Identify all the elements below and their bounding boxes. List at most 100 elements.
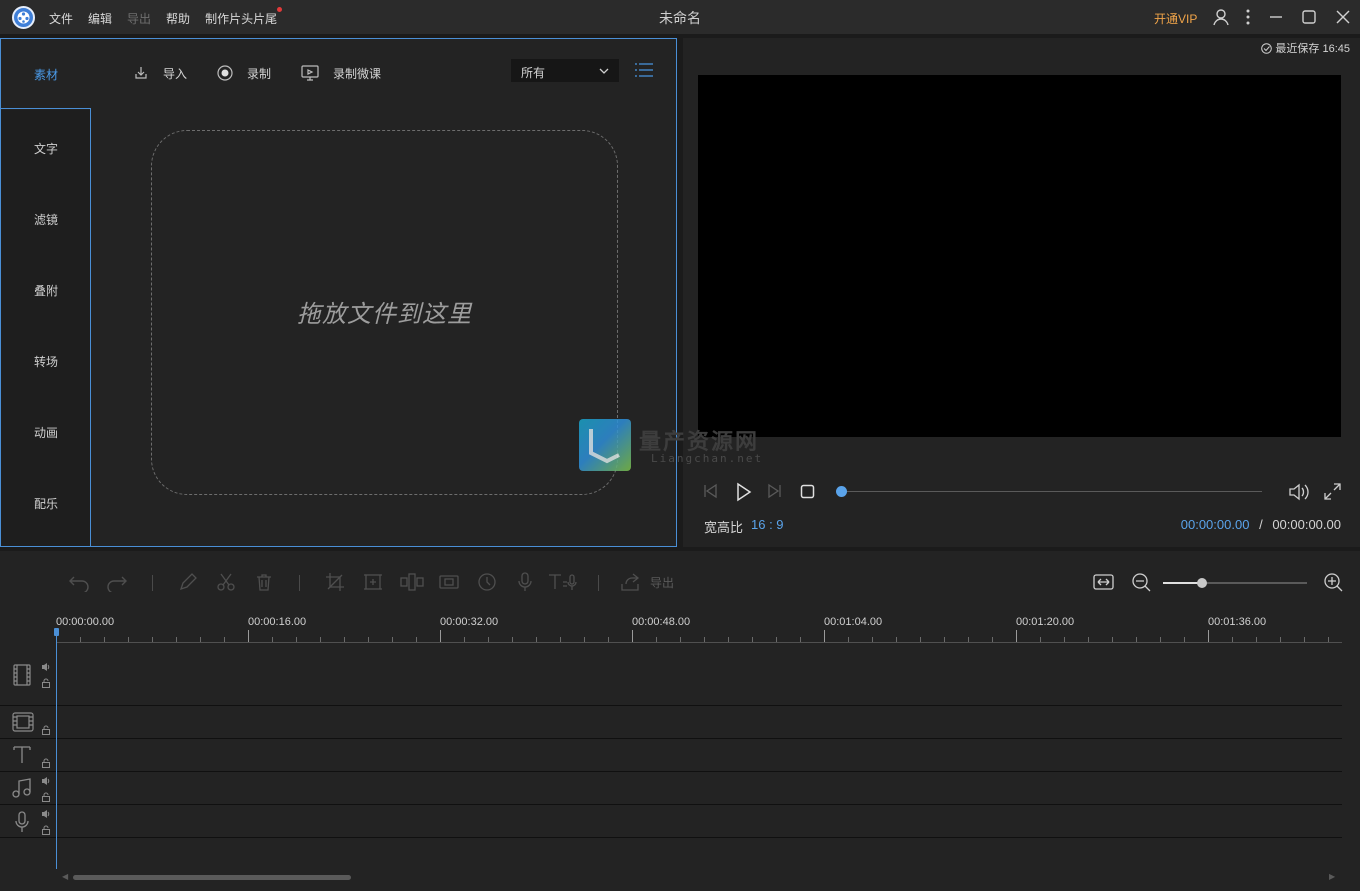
menu-edit[interactable]: 编辑 xyxy=(88,10,112,27)
lock-icon[interactable] xyxy=(41,757,51,771)
time-readout: 00:00:00.00 / 00:00:00.00 xyxy=(1181,517,1341,532)
text-to-speech-icon[interactable] xyxy=(548,572,578,595)
record-label: 录制 xyxy=(247,66,272,81)
tab-music[interactable]: 配乐 xyxy=(1,468,91,539)
import-button[interactable]: 导入 xyxy=(133,63,187,83)
watermark-subtitle: Liangchan.net xyxy=(651,452,764,465)
tab-transitions[interactable]: 转场 xyxy=(1,326,91,397)
tab-divider-vertical xyxy=(90,109,91,547)
tab-text[interactable]: 文字 xyxy=(1,113,91,184)
volume-icon[interactable] xyxy=(1288,482,1310,505)
previous-frame-icon[interactable] xyxy=(702,482,720,503)
pip-track[interactable] xyxy=(0,706,1342,739)
edit-pencil-icon[interactable] xyxy=(178,572,198,595)
speaker-icon[interactable] xyxy=(41,661,51,675)
speaker-icon[interactable] xyxy=(41,808,51,822)
maximize-icon[interactable] xyxy=(1299,7,1319,27)
close-icon[interactable] xyxy=(1333,7,1353,27)
total-time: 00:00:00.00 xyxy=(1272,517,1341,532)
record-icon xyxy=(217,65,233,81)
video-track[interactable] xyxy=(0,645,1342,706)
lock-icon[interactable] xyxy=(41,824,51,838)
playback-progress-track[interactable] xyxy=(842,491,1262,492)
media-panel: 素材 文字 滤镜 叠附 转场 动画 配乐 导入 录制 录制微课 所有 拖放文件到… xyxy=(0,38,677,547)
zoom-crop-icon[interactable] xyxy=(363,572,383,595)
video-film-icon xyxy=(12,664,32,689)
playback-progress-handle[interactable] xyxy=(836,486,847,497)
tab-overlays[interactable]: 叠附 xyxy=(1,255,91,326)
stop-icon[interactable] xyxy=(800,484,815,502)
timeline-panel: 导出 00:00:00.00 00:00:16.00 00:00:32.00 0… xyxy=(0,551,1360,891)
tab-media[interactable]: 素材 xyxy=(1,39,91,110)
undo-icon[interactable] xyxy=(68,572,90,595)
menu-help[interactable]: 帮助 xyxy=(166,10,190,27)
menu-intro-outro[interactable]: 制作片头片尾 xyxy=(205,7,283,27)
zoom-slider-handle[interactable] xyxy=(1197,578,1207,588)
timeline-horizontal-scrollbar[interactable] xyxy=(73,875,351,880)
video-preview-screen[interactable] xyxy=(698,75,1341,437)
minimize-icon[interactable] xyxy=(1266,7,1286,27)
aspect-ratio-value[interactable]: 16 : 9 xyxy=(751,517,784,532)
current-time: 00:00:00.00 xyxy=(1180,517,1250,532)
lock-icon[interactable] xyxy=(41,677,51,691)
aspect-ratio-label: 宽高比 xyxy=(704,520,744,535)
menu-file[interactable]: 文件 xyxy=(49,10,73,27)
tab-animations[interactable]: 动画 xyxy=(1,397,91,468)
fit-to-window-icon[interactable] xyxy=(1093,572,1114,595)
menu-export[interactable]: 导出 xyxy=(127,10,151,27)
freeze-frame-icon[interactable] xyxy=(439,572,459,595)
record-lecture-button[interactable]: 录制微课 xyxy=(301,63,381,83)
import-label: 导入 xyxy=(163,66,188,81)
drop-zone-text: 拖放文件到这里 xyxy=(297,301,472,328)
text-track[interactable] xyxy=(0,739,1342,772)
next-frame-icon[interactable] xyxy=(765,482,783,503)
menu-intro-outro-label: 制作片头片尾 xyxy=(205,12,278,26)
music-note-icon xyxy=(12,778,32,801)
check-circle-icon xyxy=(1261,42,1273,54)
media-drop-zone[interactable]: 拖放文件到这里 xyxy=(151,130,618,495)
account-icon[interactable] xyxy=(1211,7,1231,27)
ruler-baseline xyxy=(56,642,1342,643)
list-view-icon[interactable] xyxy=(635,63,653,80)
delete-trash-icon[interactable] xyxy=(254,572,274,595)
text-t-icon xyxy=(12,745,32,768)
toolbar-separator xyxy=(598,575,599,591)
zoom-in-icon[interactable] xyxy=(1323,572,1343,595)
save-status: 最近保存 16:45 xyxy=(1261,40,1350,56)
redo-icon[interactable] xyxy=(106,572,128,595)
chevron-down-icon xyxy=(599,68,609,74)
watermark: 量产资源网 Liangchan.net xyxy=(579,419,789,474)
voiceover-mic-icon[interactable] xyxy=(515,572,535,595)
speaker-icon[interactable] xyxy=(41,775,51,789)
music-track[interactable] xyxy=(0,772,1342,805)
record-button[interactable]: 录制 xyxy=(217,63,271,83)
zoom-out-icon[interactable] xyxy=(1131,572,1151,595)
tab-filters[interactable]: 滤镜 xyxy=(1,184,91,255)
voice-track[interactable] xyxy=(0,805,1342,838)
lock-icon[interactable] xyxy=(41,791,51,805)
media-filter-select[interactable]: 所有 xyxy=(511,59,619,82)
scroll-right-arrow-icon[interactable]: ▶ xyxy=(1329,872,1335,881)
timeline-ruler[interactable]: 00:00:00.00 00:00:16.00 00:00:32.00 00:0… xyxy=(56,613,1342,645)
play-icon[interactable] xyxy=(733,482,753,505)
lock-icon[interactable] xyxy=(41,724,51,738)
time-separator: / xyxy=(1259,517,1263,532)
more-vertical-icon[interactable] xyxy=(1238,7,1258,27)
import-icon xyxy=(135,67,147,79)
screen-record-icon xyxy=(301,65,319,81)
cut-scissors-icon[interactable] xyxy=(216,572,236,595)
export-share-icon[interactable] xyxy=(620,572,642,595)
toolbar-separator xyxy=(152,575,153,591)
watermark-logo xyxy=(579,419,631,471)
title-bar: 文件 编辑 导出 帮助 制作片头片尾 未命名 开通VIP xyxy=(0,0,1360,34)
timeline-export-label[interactable]: 导出 xyxy=(650,574,674,591)
mosaic-icon[interactable] xyxy=(400,572,424,595)
record-lecture-label: 录制微课 xyxy=(333,66,382,81)
playhead-line[interactable] xyxy=(56,631,57,869)
crop-icon[interactable] xyxy=(325,572,345,595)
toolbar-separator xyxy=(299,575,300,591)
duration-clock-icon[interactable] xyxy=(477,572,497,595)
scroll-left-arrow-icon[interactable]: ◀ xyxy=(62,872,68,881)
vip-button[interactable]: 开通VIP xyxy=(1154,10,1197,27)
fullscreen-icon[interactable] xyxy=(1323,482,1342,504)
